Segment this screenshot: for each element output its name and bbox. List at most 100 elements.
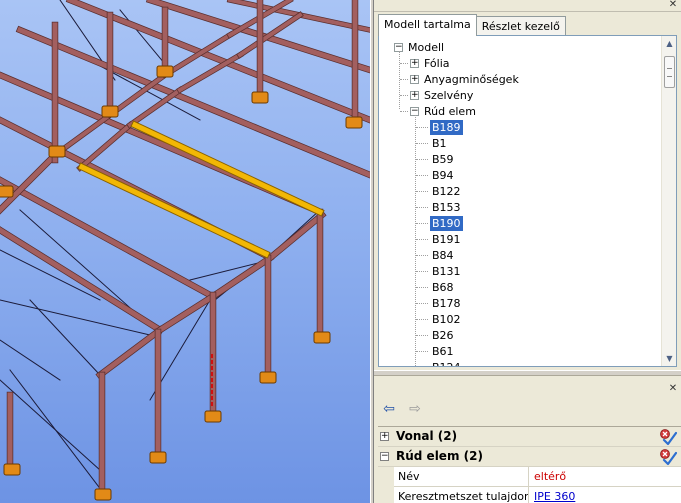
property-row[interactable]: Név eltérő — [378, 467, 681, 487]
property-category[interactable]: − Rúd elem (2) — [378, 447, 681, 467]
tree-group-2[interactable]: Anyagminőségek — [422, 72, 521, 87]
column-support — [48, 145, 66, 158]
tree-guide-line — [400, 63, 408, 64]
property-category-label: Rúd elem (2) — [396, 449, 483, 463]
tree-root-label[interactable]: Modell — [406, 40, 446, 55]
column-support — [149, 451, 167, 464]
scroll-up-icon[interactable]: ▲ — [662, 36, 677, 51]
tree-guide-line — [416, 271, 428, 272]
model-viewport[interactable] — [0, 0, 370, 503]
expand-toggle-icon[interactable]: + — [410, 91, 419, 100]
property-row-gutter — [378, 467, 394, 487]
tree-group-1[interactable]: Fólia — [422, 56, 452, 71]
tree-guide-line — [416, 319, 428, 320]
steel-member — [0, 177, 214, 299]
tree-item-bar-element[interactable]: B61 — [430, 344, 456, 359]
tree-item-bar-element[interactable]: B26 — [430, 328, 456, 343]
tree-group-3[interactable]: Szelvény — [422, 88, 475, 103]
bracing-line — [0, 379, 101, 471]
column-support — [251, 91, 269, 104]
tree-guide-line — [399, 51, 400, 109]
model-tree[interactable]: − Modell + Fólia + Anyagminőségek + Szelvény − Rú… — [379, 36, 662, 366]
column-support — [156, 65, 174, 78]
column-support — [204, 410, 222, 423]
tree-item-bar-element[interactable]: B84 — [430, 248, 456, 263]
expand-toggle-icon[interactable]: + — [410, 75, 419, 84]
tree-item-bar-element[interactable]: B68 — [430, 280, 456, 295]
tree-item-bar-element[interactable]: B124 — [430, 360, 463, 366]
tree-item-bar-element[interactable]: B94 — [430, 168, 456, 183]
tab-detail-manager[interactable]: Részlet kezelő — [475, 16, 566, 36]
tree-item-bar-element[interactable]: B1 — [430, 136, 449, 151]
close-icon[interactable]: ✕ — [668, 0, 678, 10]
column-support — [3, 463, 21, 476]
tree-guide-line — [416, 143, 428, 144]
steel-member — [96, 326, 164, 379]
tree-item-bar-element[interactable]: B178 — [430, 296, 463, 311]
tree-guide-line — [416, 255, 428, 256]
tree-guide-line — [416, 207, 428, 208]
tree-guide-line — [416, 159, 428, 160]
model-tree-box: − Modell + Fólia + Anyagminőségek + Szelvény − Rú… — [378, 35, 677, 367]
tree-item-bar-element[interactable]: B189 — [430, 120, 463, 135]
property-row[interactable]: Keresztmetszet tulajdonság IPE 360 — [378, 487, 681, 503]
side-panel: ✕ Modell tartalma Részlet kezelő − Modell… — [374, 0, 681, 503]
column-support — [313, 331, 331, 344]
property-category-label: Vonal (2) — [396, 429, 458, 443]
expand-toggle-icon[interactable]: + — [380, 432, 389, 441]
scroll-down-icon[interactable]: ▼ — [662, 351, 677, 366]
bracing-line — [0, 339, 61, 381]
property-value[interactable]: IPE 360 — [534, 487, 575, 503]
property-name: Keresztmetszet tulajdonság — [396, 487, 529, 503]
column-support — [101, 105, 119, 118]
structure-drawing — [0, 0, 370, 501]
tree-item-bar-element[interactable]: B190 — [430, 216, 463, 231]
expand-toggle-icon[interactable]: + — [410, 59, 419, 68]
tree-panel-header: ✕ — [374, 0, 681, 12]
tree-group-4[interactable]: Rúd elem — [422, 104, 478, 119]
scroll-thumb[interactable] — [664, 56, 675, 88]
collapse-toggle-icon[interactable]: − — [380, 452, 389, 461]
property-row-gutter — [378, 487, 394, 503]
tree-guide-line — [416, 127, 428, 128]
tab-model-content[interactable]: Modell tartalma — [378, 14, 477, 36]
tree-guide-line — [400, 111, 408, 112]
tree-guide-line — [415, 115, 416, 366]
checkmark-icon[interactable] — [659, 428, 678, 446]
tree-guide-line — [416, 239, 428, 240]
steel-member — [0, 227, 164, 334]
tree-item-bar-element[interactable]: B131 — [430, 264, 463, 279]
tree-item-bar-element[interactable]: B153 — [430, 200, 463, 215]
tree-guide-line — [416, 175, 428, 176]
tree-item-bar-element[interactable]: B122 — [430, 184, 463, 199]
tree-item-bar-element[interactable]: B59 — [430, 152, 456, 167]
checkmark-icon[interactable] — [659, 448, 678, 466]
selected-member — [131, 121, 324, 216]
tree-scrollbar[interactable]: ▲ ▼ — [661, 36, 676, 366]
back-arrow-icon[interactable]: ⇦ — [378, 400, 400, 418]
tree-item-bar-element[interactable]: B191 — [430, 232, 463, 247]
column-support — [259, 371, 277, 384]
column-support — [0, 185, 14, 198]
horizontal-splitter[interactable] — [374, 370, 681, 376]
steel-member — [156, 291, 219, 334]
tree-item-bar-element[interactable]: B102 — [430, 312, 463, 327]
properties-panel-header: ✕ — [374, 384, 681, 396]
tree-guide-line — [400, 79, 408, 80]
property-name: Név — [396, 467, 529, 487]
bracing-line — [29, 299, 101, 376]
property-category[interactable]: + Vonal (2) — [378, 427, 681, 447]
close-icon[interactable]: ✕ — [668, 384, 678, 394]
forward-arrow-icon[interactable]: ⇨ — [404, 400, 426, 418]
tree-guide-line — [416, 335, 428, 336]
property-grid: + Vonal (2) − Rúd elem (2) Név eltérő Keresztm… — [378, 426, 681, 503]
tree-guide-line — [400, 95, 408, 96]
steel-member — [266, 211, 326, 262]
tree-guide-line — [416, 191, 428, 192]
properties-nav: ⇦ ⇨ — [378, 400, 438, 420]
column-support — [345, 116, 363, 129]
tree-guide-line — [416, 287, 428, 288]
bracing-line — [9, 369, 106, 496]
app-window: ✕ Modell tartalma Részlet kezelő − Modell… — [0, 0, 681, 503]
tree-guide-line — [416, 351, 428, 352]
